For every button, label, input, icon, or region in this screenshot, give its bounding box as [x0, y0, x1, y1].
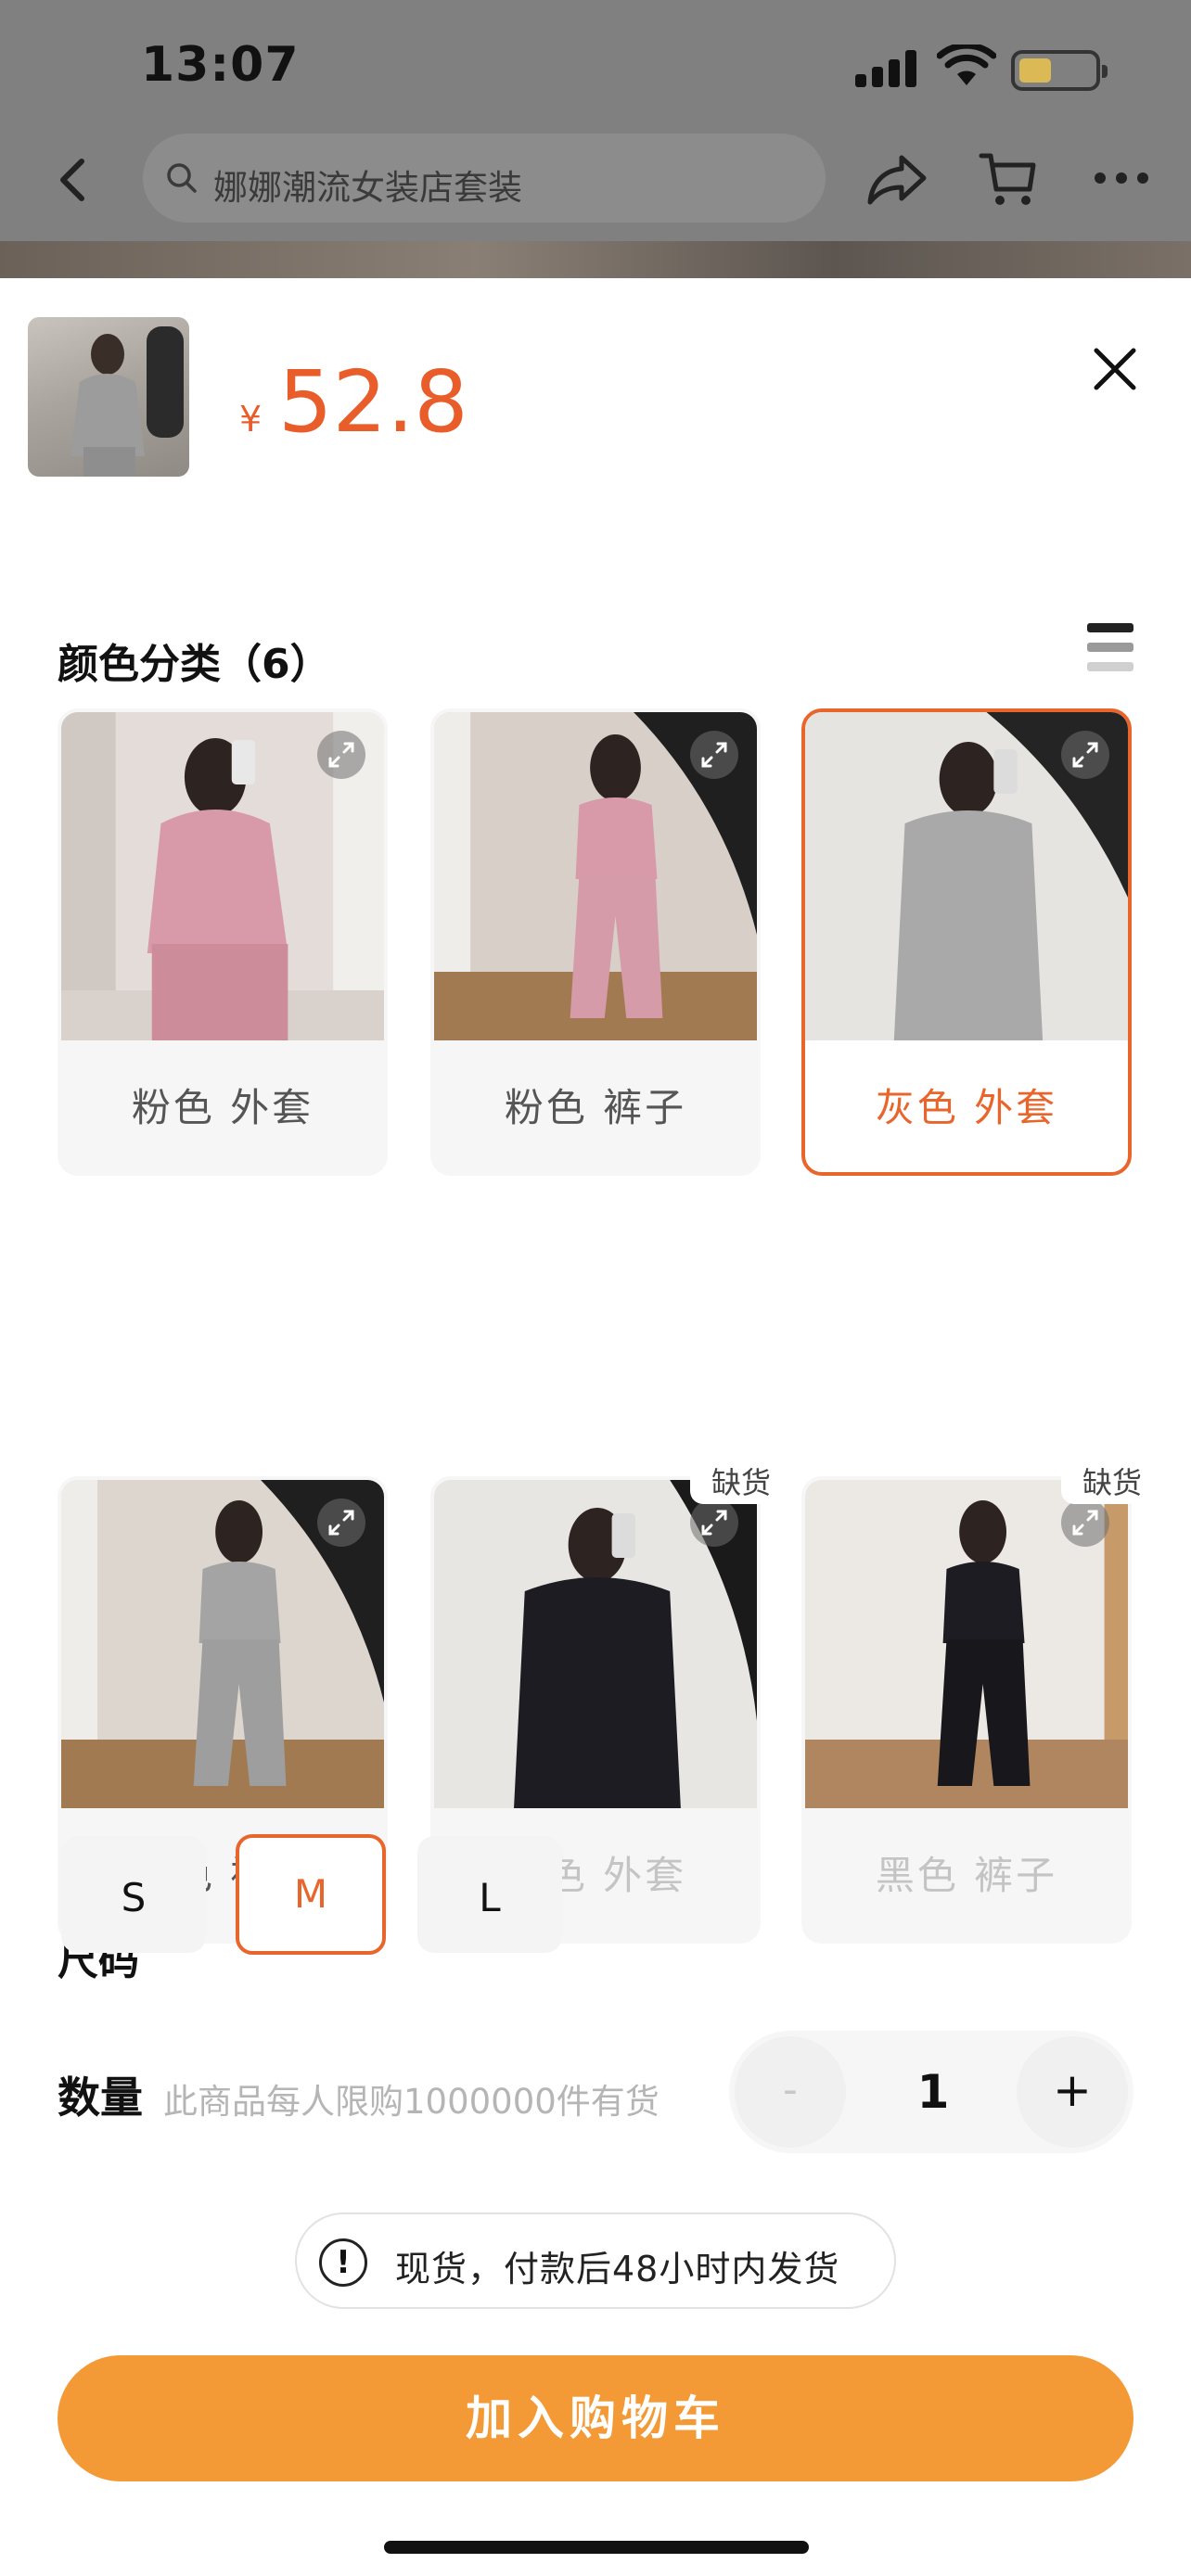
product-photo-background [0, 241, 1191, 278]
list-view-toggle-icon[interactable] [1087, 623, 1133, 671]
close-icon[interactable] [1091, 345, 1139, 393]
expand-icon[interactable] [317, 731, 365, 779]
expand-icon[interactable] [690, 1498, 738, 1547]
sku-selector-sheet: ¥ 52.8 颜色分类（6） 粉色 外套 粉色 裤子 灰色 外套 灰色 裤子 黑… [0, 278, 1191, 2576]
decrement-button[interactable]: - [735, 2036, 846, 2148]
color-section-title: 颜色分类（6） [58, 641, 331, 688]
expand-icon[interactable] [317, 1498, 365, 1547]
size-option-l[interactable]: L [417, 1836, 562, 1953]
price-amount: 52.8 [278, 352, 468, 452]
status-time: 13:07 [141, 37, 300, 93]
color-option-pink-pants[interactable]: 粉色 裤子 [430, 708, 761, 1176]
color-option-black-pants[interactable]: 黑色 裤子 [801, 1476, 1132, 1944]
out-of-stock-tag: 缺货 [690, 1461, 792, 1504]
expand-icon[interactable] [1061, 1498, 1109, 1547]
size-option-s[interactable]: S [61, 1836, 206, 1953]
color-option-label: 灰色 外套 [875, 1085, 1058, 1130]
out-of-stock-tag: 缺货 [1061, 1461, 1163, 1504]
home-indicator[interactable] [384, 2541, 809, 2554]
quantity-stepper: - 1 + [729, 2031, 1133, 2153]
search-placeholder: 娜娜潮流女装店套装 [213, 168, 522, 208]
battery-icon [1011, 50, 1108, 91]
cart-icon[interactable] [978, 148, 1039, 210]
quantity-value: 1 [916, 2065, 950, 2119]
expand-icon[interactable] [1061, 731, 1109, 779]
search-icon [167, 163, 197, 193]
color-option-pink-jacket[interactable]: 粉色 外套 [58, 708, 388, 1176]
status-bar: 13:07 [0, 0, 1191, 139]
more-icon[interactable] [1093, 167, 1150, 189]
color-option-gray-jacket[interactable]: 灰色 外套 [801, 708, 1132, 1176]
color-option-label: 粉色 外套 [131, 1085, 314, 1130]
product-thumbnail[interactable] [28, 317, 189, 477]
quantity-limit-note: 此商品每人限购1000000件有货 [163, 2082, 660, 2122]
cellular-signal-icon [855, 50, 920, 87]
shipping-notice-text: 现货，付款后48小时内发货 [395, 2249, 840, 2289]
add-to-cart-button[interactable]: 加入购物车 [58, 2355, 1133, 2481]
wifi-icon [937, 45, 996, 85]
increment-button[interactable]: + [1017, 2036, 1128, 2148]
color-option-label: 粉色 裤子 [504, 1085, 687, 1130]
currency-symbol: ¥ [239, 399, 263, 440]
info-icon: ! [319, 2238, 367, 2287]
color-option-label: 黑色 裤子 [875, 1853, 1058, 1898]
search-input[interactable]: 娜娜潮流女装店套装 [143, 134, 826, 223]
expand-icon[interactable] [690, 731, 738, 779]
nav-bar: 娜娜潮流女装店套装 [0, 130, 1191, 232]
quantity-label: 数量 [58, 2072, 143, 2123]
share-icon[interactable] [864, 150, 929, 208]
size-option-m[interactable]: M [236, 1834, 386, 1955]
shipping-notice: ! 现货，付款后48小时内发货 [295, 2213, 896, 2309]
back-icon[interactable] [46, 152, 102, 208]
